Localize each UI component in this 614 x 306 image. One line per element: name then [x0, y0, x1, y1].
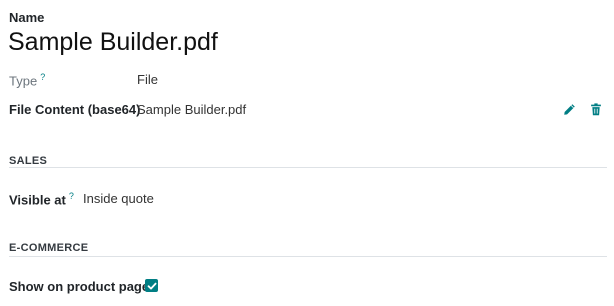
visible-at-label: Visible at? [9, 191, 74, 207]
type-help-tooltip[interactable]: ? [40, 72, 45, 82]
file-content-value[interactable]: Sample Builder.pdf [137, 102, 246, 117]
name-label: Name [9, 10, 45, 25]
sales-section-divider [9, 167, 607, 168]
show-on-product-page-checkbox[interactable] [145, 279, 158, 292]
file-content-label: File Content (base64) [9, 102, 141, 117]
trash-icon [591, 102, 601, 115]
type-label: Type? [9, 72, 45, 88]
type-label-text: Type [9, 73, 38, 89]
ecommerce-section-title: E-COMMERCE [9, 242, 89, 254]
type-value: File [137, 72, 158, 87]
pencil-icon [563, 103, 575, 115]
visible-at-label-text: Visible at [9, 192, 66, 208]
ecommerce-section-divider [9, 256, 607, 257]
visible-at-help-tooltip[interactable]: ? [69, 191, 74, 201]
sales-section-title: SALES [9, 155, 48, 167]
visible-at-select[interactable]: Inside quote [83, 191, 154, 206]
delete-file-button[interactable] [588, 101, 604, 117]
checkmark-icon [147, 282, 156, 289]
record-name-field[interactable]: Sample Builder.pdf [8, 28, 218, 57]
edit-file-button[interactable] [561, 101, 577, 117]
show-on-product-page-label: Show on product page [9, 279, 150, 294]
